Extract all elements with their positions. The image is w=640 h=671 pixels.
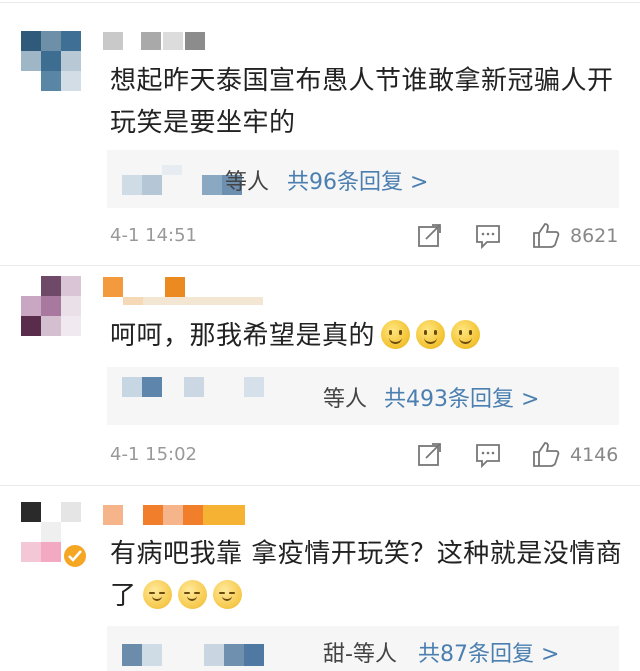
reply-preview[interactable]: 等人 共96条回复 >: [107, 150, 619, 208]
sweat-emoji-icon: [212, 580, 242, 609]
view-replies-link[interactable]: 共87条回复 >: [418, 636, 559, 668]
username[interactable]: [103, 503, 248, 525]
smile-emoji-icon: [381, 320, 411, 349]
avatar[interactable]: [21, 276, 83, 338]
timestamp: 4-1 15:02: [110, 444, 197, 465]
comment-text: 呵呵，那我希望是真的: [110, 315, 625, 357]
comment-item: 呵呵，那我希望是真的 等人 共493条回复 > 4-1 15:02 4146: [0, 265, 640, 485]
smile-emoji-icon: [451, 320, 481, 349]
like-count: 4146: [570, 444, 619, 466]
reply-usernames: [122, 644, 282, 668]
comment-icon[interactable]: [475, 223, 501, 249]
smile-emoji-icon: [416, 320, 446, 349]
sweat-emoji-icon: [177, 580, 207, 609]
reply-suffix: 甜-等人: [323, 642, 397, 667]
comment-text-content: 呵呵，那我希望是真的: [110, 321, 376, 351]
username[interactable]: [103, 277, 268, 307]
reply-suffix: 等人: [225, 170, 270, 195]
reply-preview[interactable]: 等人 共493条回复 >: [107, 367, 619, 425]
thumbs-up-icon[interactable]: [532, 440, 560, 468]
reply-suffix: 等人: [323, 387, 368, 412]
verified-badge-icon: [62, 543, 88, 569]
comment-text: 想起昨天泰国宣布愚人节谁敢拿新冠骗人开玩笑是要坐牢的: [110, 66, 614, 138]
comment-text: 有病吧我靠 拿疫情开玩笑？这种就是没情商了: [110, 533, 625, 617]
view-replies-link[interactable]: 共96条回复 >: [287, 164, 428, 196]
thumbs-up-icon[interactable]: [532, 221, 560, 249]
share-icon[interactable]: [417, 442, 443, 468]
share-icon[interactable]: [417, 223, 443, 249]
view-replies-link[interactable]: 共493条回复 >: [384, 381, 539, 413]
comment-item: 想起昨天泰国宣布愚人节谁敢拿新冠骗人开玩笑是要坐牢的 等人 共96条回复 > 4…: [0, 0, 640, 265]
username[interactable]: [103, 32, 208, 50]
like-count: 8621: [570, 225, 619, 247]
comment-item: 有病吧我靠 拿疫情开玩笑？这种就是没情商了 甜-等人 共87条回复 >: [0, 485, 640, 671]
comment-icon[interactable]: [475, 442, 501, 468]
avatar[interactable]: [21, 31, 83, 93]
timestamp: 4-1 14:51: [110, 225, 197, 246]
sweat-emoji-icon: [142, 580, 172, 609]
reply-preview[interactable]: 甜-等人 共87条回复 >: [107, 626, 619, 671]
reply-usernames: [122, 377, 292, 407]
